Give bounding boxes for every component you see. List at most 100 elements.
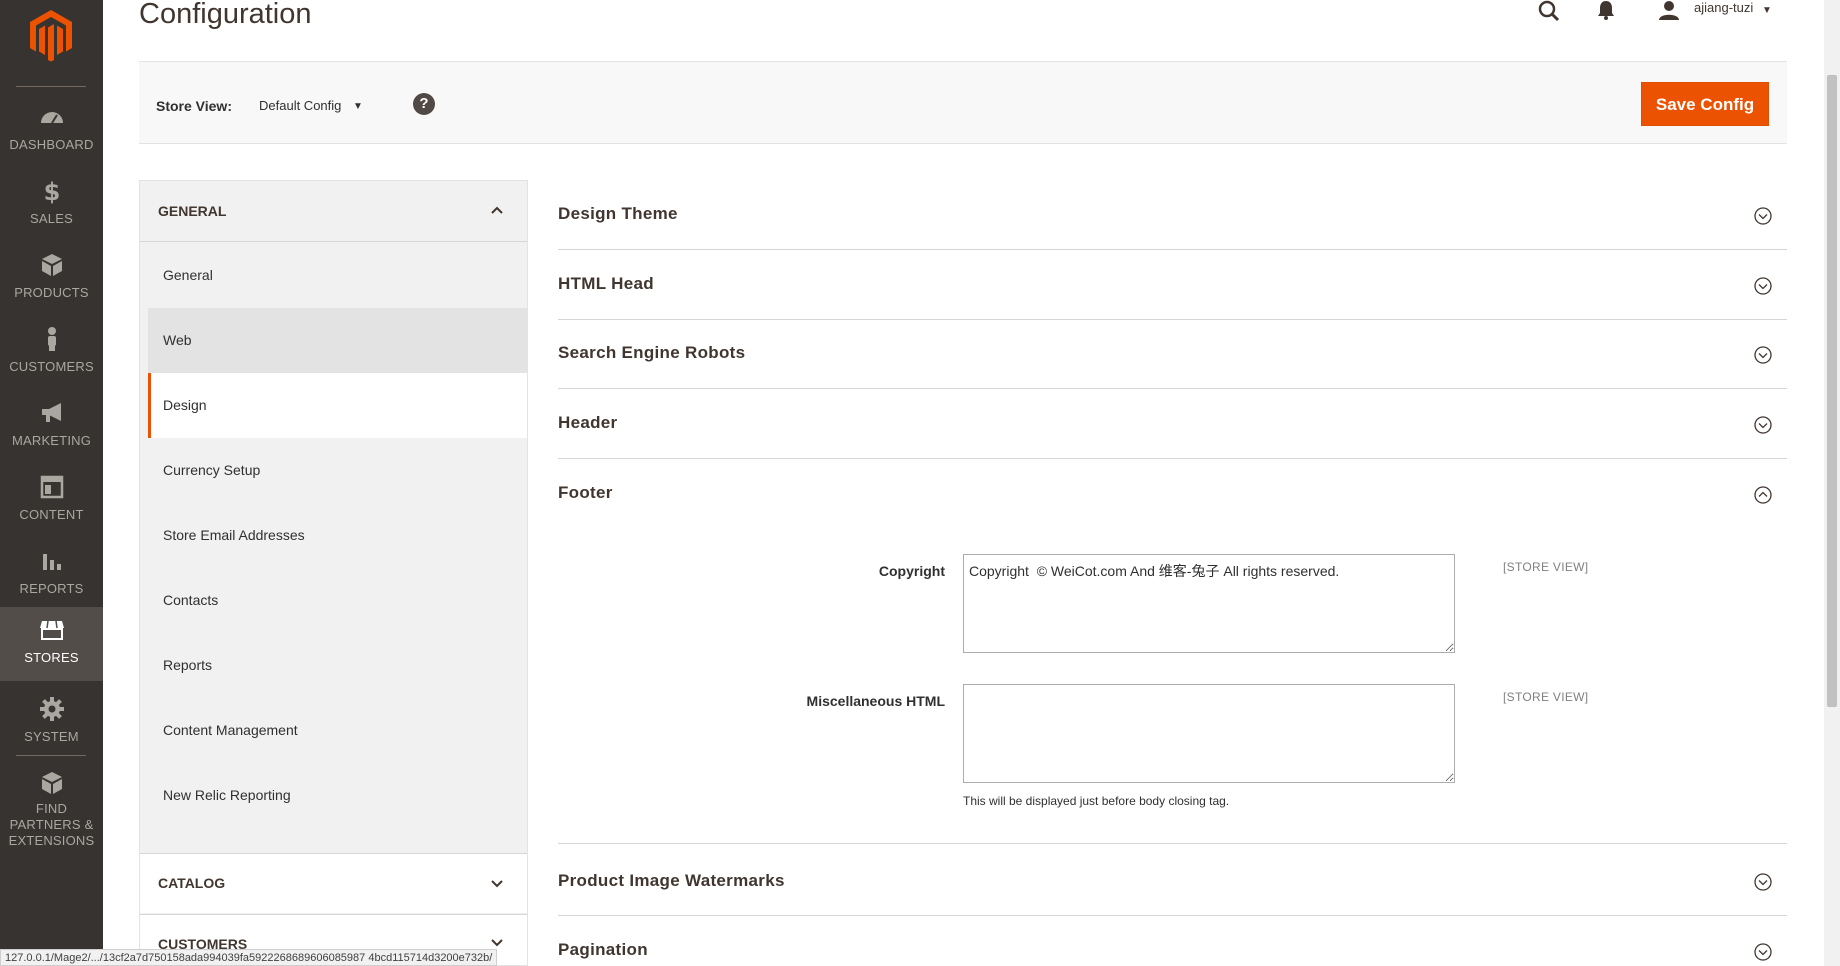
search-icon[interactable] [1538,0,1560,22]
box-icon [42,772,62,794]
copyright-textarea[interactable]: Copyright © WeiCot.com And 维客-兔子 All rig… [963,554,1455,653]
nav-label: SYSTEM [24,729,79,744]
tab-new-relic-reporting[interactable]: New Relic Reporting [148,763,527,828]
expand-circle-icon [1754,416,1772,434]
dashboard-icon [41,112,63,124]
tab-label: Design [163,397,207,413]
nav-label: CONTENT [19,507,84,522]
dollar-icon: $ [44,178,61,204]
tab-general[interactable]: General [148,243,527,308]
nav-label: DASHBOARD [9,137,94,152]
gear-icon [40,697,64,721]
save-config-button[interactable]: Save Config [1641,82,1769,126]
nav-item-sales[interactable]: $ SALES [0,168,103,242]
section-title: Search Engine Robots [558,343,746,362]
tab-design[interactable]: Design [148,373,527,438]
tab-reports[interactable]: Reports [148,633,527,698]
bar-chart-icon [43,554,61,570]
page-title: Configuration [139,0,312,30]
storefront-icon [40,620,64,640]
chevron-down-icon [491,939,503,947]
tab-content-management[interactable]: Content Management [148,698,527,763]
tab-group-catalog[interactable]: CATALOG [140,853,527,913]
nav-item-marketing[interactable]: MARKETING [0,390,103,464]
user-icon[interactable] [1658,0,1680,20]
nav-item-reports[interactable]: REPORTS [0,538,103,612]
expand-circle-icon [1754,207,1772,225]
section-product-image-watermarks[interactable]: Product Image Watermarks [558,846,1787,916]
nav-item-products[interactable]: PRODUCTS [0,242,103,316]
tab-label: Contacts [163,592,219,608]
section-design-theme[interactable]: Design Theme [558,180,1787,250]
store-view-label: Store View: [156,98,232,114]
scope-label: [STORE VIEW] [1503,690,1589,704]
chevron-down-icon[interactable]: ▼ [1762,5,1772,16]
section-title: Design Theme [558,204,678,223]
svg-text:$: $ [44,178,61,204]
status-bar-url: 127.0.0.1/Mage2/.../13cf2a7d750158ada994… [0,949,498,966]
config-tabs: GENERAL General Web Design Currency Setu… [139,180,528,966]
section-title: Pagination [558,940,648,959]
nav-label: STORES [24,650,79,665]
layout-icon [40,475,64,499]
section-search-engine-robots[interactable]: Search Engine Robots [558,319,1787,389]
store-view-select[interactable]: Default Config [259,98,341,113]
admin-nav: DASHBOARD $ SALES PRODUCTS CUSTOMERS MAR… [0,0,103,966]
scrollbar-thumb[interactable] [1827,75,1837,707]
nav-item-dashboard[interactable]: DASHBOARD [0,94,103,168]
tab-currency-setup[interactable]: Currency Setup [148,438,527,503]
nav-label: FIND PARTNERS & EXTENSIONS [8,801,95,848]
tab-label: New Relic Reporting [163,787,291,803]
misc-html-textarea[interactable] [963,684,1455,783]
expand-circle-icon [1754,943,1772,961]
nav-item-customers[interactable]: CUSTOMERS [0,316,103,390]
megaphone-icon [42,403,61,422]
tab-label: General [163,267,213,283]
section-pagination[interactable]: Pagination [558,916,1787,966]
nav-item-content[interactable]: CONTENT [0,464,103,538]
person-icon [48,327,56,351]
tab-contacts[interactable]: Contacts [148,568,527,633]
chevron-down-icon[interactable]: ▼ [353,101,363,112]
expand-circle-icon [1754,346,1772,364]
section-title: Product Image Watermarks [558,871,785,890]
section-title: HTML Head [558,274,654,293]
tab-group-title: CATALOG [158,875,226,891]
nav-divider [16,755,86,756]
nav-item-stores[interactable]: STORES [0,607,103,681]
store-switcher-bar: Store View: Default Config ▼ ? Save Conf… [139,61,1787,144]
cube-icon [42,254,62,276]
nav-label: MARKETING [11,433,92,448]
magento-logo[interactable] [28,8,74,62]
nav-label: CUSTOMERS [9,359,94,374]
nav-item-find-partners[interactable]: FIND PARTNERS & EXTENSIONS [0,760,103,860]
tab-label: Content Management [163,722,298,738]
expand-circle-icon [1754,277,1772,295]
nav-label: PRODUCTS [14,285,89,300]
tab-store-email-addresses[interactable]: Store Email Addresses [148,503,527,568]
field-note: This will be displayed just before body … [963,794,1230,808]
tab-web[interactable]: Web [148,308,527,373]
username[interactable]: ajiang-tuzi [1694,0,1753,15]
tab-group-general[interactable]: GENERAL [140,181,527,241]
tab-group-title: GENERAL [158,203,227,219]
section-title: Header [558,413,618,432]
tab-label: Currency Setup [163,462,261,478]
nav-item-system[interactable]: SYSTEM [0,686,103,760]
nav-label: REPORTS [19,581,84,596]
bell-icon[interactable] [1596,0,1616,20]
section-title[interactable]: Footer [558,483,613,503]
scope-label: [STORE VIEW] [1503,560,1589,574]
section-header[interactable]: Header [558,389,1787,459]
section-html-head[interactable]: HTML Head [558,250,1787,320]
collapse-circle-icon[interactable] [1753,485,1773,505]
nav-label: SALES [30,211,73,226]
nav-divider [16,86,86,87]
misc-html-label: Miscellaneous HTML [806,693,945,709]
chevron-down-icon [491,880,503,888]
tab-label: Store Email Addresses [163,527,305,543]
tab-divider [140,241,527,242]
help-icon[interactable]: ? [413,93,435,115]
copyright-label: Copyright [878,563,945,579]
chevron-up-icon [491,206,503,214]
